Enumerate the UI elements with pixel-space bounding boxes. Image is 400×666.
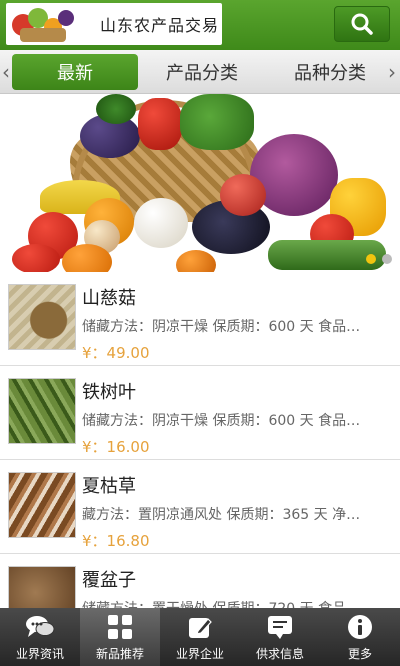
banner-carousel[interactable] [0, 94, 400, 272]
product-description: 藏方法：置阴凉通风处 保质期：365 天 净… [82, 507, 361, 523]
product-thumbnail [8, 378, 76, 444]
carousel-indicator [366, 254, 392, 264]
tab-product-category[interactable]: 产品分类 [142, 54, 262, 90]
search-button[interactable] [334, 6, 390, 42]
product-name: 铁树叶 [82, 382, 136, 403]
message-icon [263, 612, 297, 642]
nav-industry-news[interactable]: 业界资讯 [0, 608, 80, 666]
bottom-nav: 业界资讯 新品推荐 业界企业 供求信息 更多 [0, 608, 400, 666]
app-title: 山东农产品交易 [100, 16, 220, 35]
list-item[interactable]: 山慈菇 储藏方法：阴凉干燥 保质期：600 天 食品… ¥：49.00 [0, 272, 400, 366]
grid-icon [103, 612, 137, 642]
carousel-dot[interactable] [382, 254, 392, 264]
broccoli-shape [96, 94, 136, 124]
product-thumbnail [8, 472, 76, 538]
product-description: 储藏方法：置干燥处 保质期：720 天 食品… [82, 598, 382, 608]
list-item[interactable]: 铁树叶 储藏方法：阴凉干燥 保质期：600 天 食品… ¥：16.00 [0, 366, 400, 460]
leafy-greens-shape [180, 94, 254, 150]
chat-bubbles-icon [23, 612, 57, 642]
product-name: 夏枯草 [82, 476, 136, 497]
product-description: 储藏方法：阴凉干燥 保质期：600 天 食品… [82, 319, 361, 335]
product-price: ¥：49.00 [82, 344, 150, 362]
nav-new-products[interactable]: 新品推荐 [80, 608, 160, 666]
product-price: ¥：16.80 [82, 532, 150, 550]
tab-latest[interactable]: 最新 [12, 54, 138, 90]
nav-supply-demand[interactable]: 供求信息 [240, 608, 320, 666]
nav-label: 新品推荐 [95, 647, 144, 661]
product-list: 山慈菇 储藏方法：阴凉干燥 保质期：600 天 食品… ¥：49.00 铁树叶 … [0, 272, 400, 608]
product-description: 储藏方法：阴凉干燥 保质期：600 天 食品… [82, 413, 361, 429]
mini-pumpkin-shape [176, 250, 216, 272]
tab-variety-category[interactable]: 品种分类 [270, 54, 390, 90]
info-icon [343, 612, 377, 642]
product-price: ¥：16.00 [82, 438, 150, 456]
list-item[interactable]: 覆盆子 储藏方法：置干燥处 保质期：720 天 食品… [0, 554, 400, 608]
product-thumbnail [8, 566, 76, 608]
produce-logo-image [8, 4, 78, 44]
product-thumbnail [8, 284, 76, 350]
nav-industry-companies[interactable]: 业界企业 [160, 608, 240, 666]
chevron-left-icon[interactable]: ‹ [2, 60, 10, 84]
garlic-shape [134, 198, 188, 248]
list-item[interactable]: 夏枯草 藏方法：置阴凉通风处 保质期：365 天 净… ¥：16.80 [0, 460, 400, 554]
apple-shape [220, 174, 266, 216]
edit-icon [183, 612, 217, 642]
app-logo[interactable]: 山东农产品交易 [6, 3, 222, 45]
search-icon [351, 13, 373, 35]
nav-label: 更多 [347, 647, 372, 661]
category-tab-bar: ‹ 最新 产品分类 品种分类 › [0, 50, 400, 94]
carousel-dot-active[interactable] [366, 254, 376, 264]
red-pepper-left-shape [12, 244, 60, 272]
bell-pepper-red-shape [138, 98, 182, 150]
product-name: 覆盆子 [82, 570, 136, 591]
nav-label: 业界资讯 [15, 647, 64, 661]
product-name: 山慈菇 [82, 288, 136, 309]
nav-more[interactable]: 更多 [320, 608, 400, 666]
pumpkin-shape [62, 244, 112, 272]
app-header: 山东农产品交易 [0, 0, 400, 50]
nav-label: 业界企业 [175, 647, 224, 661]
nav-label: 供求信息 [255, 647, 304, 661]
chevron-right-icon[interactable]: › [388, 60, 396, 84]
